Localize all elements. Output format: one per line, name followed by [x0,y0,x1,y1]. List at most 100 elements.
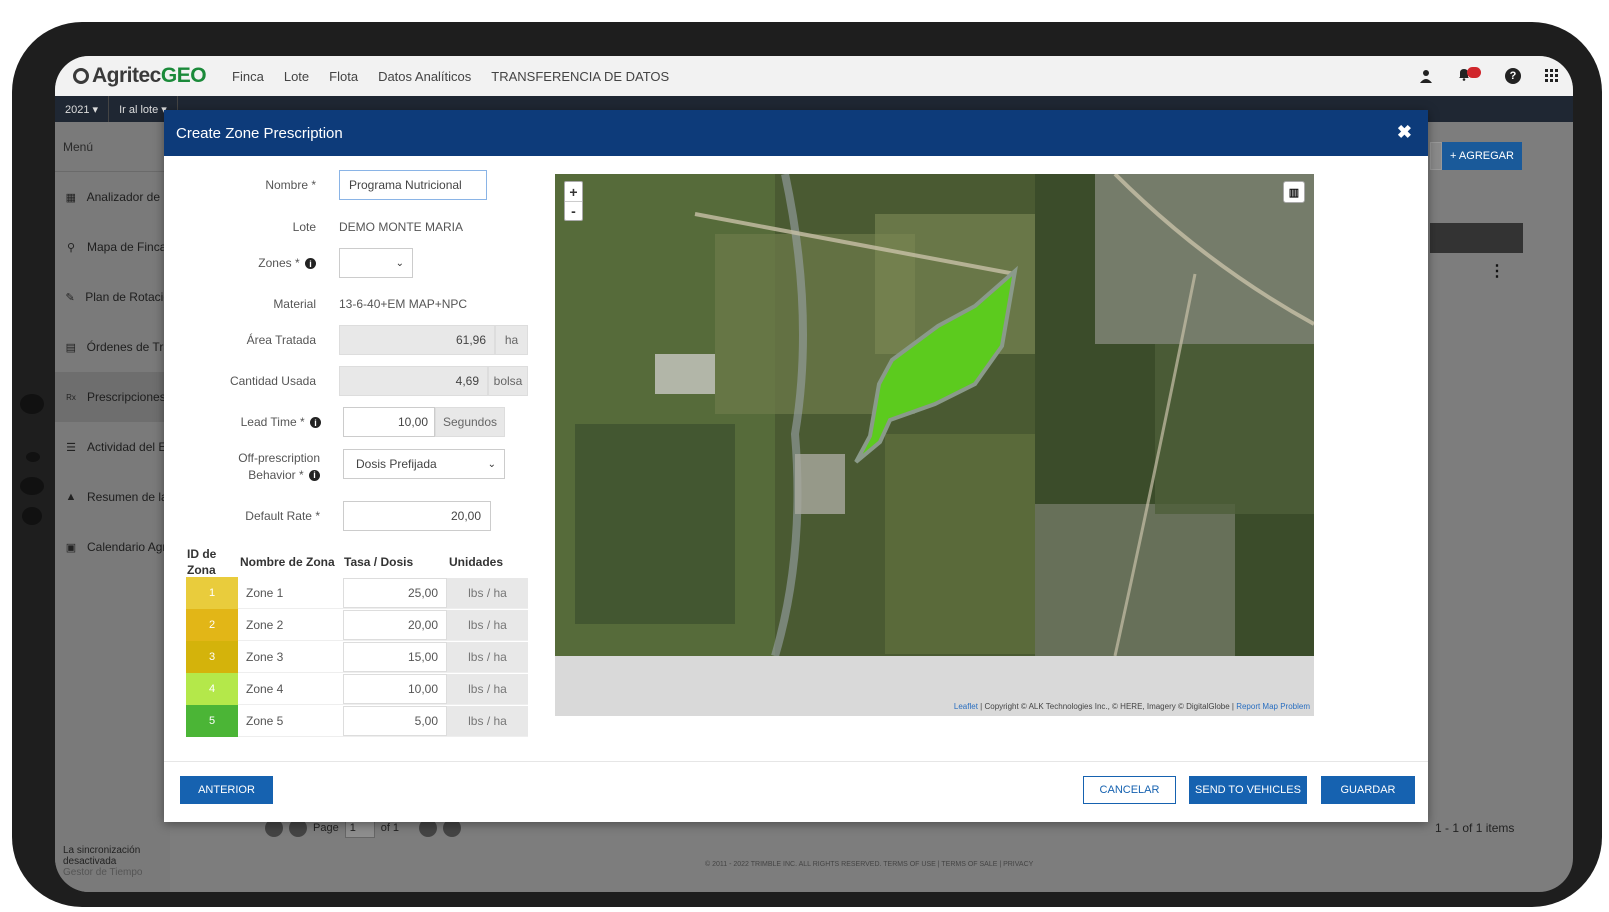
nav-lote[interactable]: Lote [284,69,309,84]
clipboard-icon: ▤ [65,341,76,354]
nav-datos-analiticos[interactable]: Datos Analíticos [378,69,471,84]
leaflet-link[interactable]: Leaflet [954,702,978,711]
lead-time-input[interactable]: 10,00 [343,407,435,437]
user-icon[interactable] [1419,69,1433,83]
map-layers-icon[interactable]: ▥ [1283,181,1305,203]
sidebar-item-actividad[interactable]: ☰ Actividad del E [55,422,170,472]
nav-finca[interactable]: Finca [232,69,264,84]
zone-id-header: ID de Zona [187,546,216,578]
search-box-behind [1430,142,1442,170]
nombre-label: Nombre * [265,178,316,192]
apps-grid-icon[interactable] [1545,69,1559,83]
close-icon[interactable]: ✖ [1397,122,1412,143]
nombre-input[interactable]: Programa Nutricional [339,170,487,200]
help-icon[interactable]: ? [1505,68,1521,84]
zone-unit-cell: lbs / ha [447,610,528,640]
zone-rate-input[interactable]: 10,00 [343,674,447,704]
footer-copyright: © 2011 - 2022 TRIMBLE INC. ALL RIGHTS RE… [705,861,1034,868]
zone-rate-input[interactable]: 5,00 [343,706,447,736]
cantidad-unit: bolsa [488,366,528,396]
send-to-vehicles-button[interactable]: SEND TO VEHICLES [1189,776,1307,804]
info-icon[interactable]: i [305,258,316,270]
zone-unit-cell: lbs / ha [447,578,528,608]
row-zones: Zones * i ⌄ [164,248,544,278]
zone-id-header-line1: ID de [187,547,217,561]
default-rate-input[interactable]: 20,00 [343,501,491,531]
sidebar-item-prescripciones[interactable]: Rx Prescripciones [55,372,170,422]
items-count: 1 - 1 of 1 items [1435,821,1515,835]
table-header-behind [1430,223,1523,253]
sidebar-item-analizador[interactable]: ▦ Analizador de L [55,172,170,222]
area-label: Área Tratada [246,333,316,347]
sidebar-item-resumen[interactable]: ▲ Resumen de la [55,472,170,522]
zone-name-cell: Zone 5 [246,714,284,728]
row-menu-icon[interactable]: ⋮ [1489,261,1505,281]
main-nav: Finca Lote Flota Datos Analíticos TRANSF… [232,69,669,84]
year-dropdown[interactable]: 2021 ▾ [55,96,110,122]
zone-rate-header: Tasa / Dosis [344,555,414,569]
zone-id-header-line2: Zona [187,563,216,577]
lead-time-label-text: Lead Time * [240,415,305,429]
nav-flota[interactable]: Flota [329,69,358,84]
sidebar-item-mapa[interactable]: ⚲ Mapa de Finca [55,222,170,272]
report-map-problem-link[interactable]: Report Map Problem [1236,702,1310,711]
zone-name-cell: Zone 2 [246,618,284,632]
off-prescription-select[interactable]: Dosis Prefijada ⌄ [343,449,505,479]
modal-header: Create Zone Prescription ✖ [164,110,1428,156]
page-label: Page [313,822,339,834]
sidebar-item-label: Actividad del E [87,440,167,454]
table-row: 1 Zone 1 25,00 lbs / ha [186,577,528,609]
logo-suffix: GEO [160,64,207,87]
app-screen: Agritec GEO Finca Lote Flota Datos Analít… [55,56,1573,892]
notifications-bell-icon[interactable] [1457,67,1481,85]
zone-unit-cell: lbs / ha [447,642,528,672]
map-icon: ⚲ [66,241,76,254]
top-navbar: Agritec GEO Finca Lote Flota Datos Analít… [55,56,1573,96]
table-row: 3 Zone 3 15,00 lbs / ha [186,641,528,673]
row-lead-time: Lead Time * i 10,00 Segundos [164,407,544,437]
logo-leaf-icon [73,68,89,84]
satellite-map[interactable]: + - ▥ [555,174,1314,656]
tablet-sensor [26,452,40,462]
previous-button[interactable]: ANTERIOR [180,776,273,804]
calendar-icon: ▣ [65,541,77,554]
app-logo[interactable]: Agritec GEO [73,64,207,88]
tablet-camera [20,394,44,414]
off-prescription-value: Dosis Prefijada [356,457,437,471]
modal-footer: ANTERIOR CANCELAR SEND TO VEHICLES GUARD… [164,761,1428,822]
edit-icon: ✎ [65,291,75,304]
sidebar-item-ordenes[interactable]: ▤ Órdenes de Tra [55,322,170,372]
zone-id-cell: 2 [186,609,238,641]
sidebar-item-plan-rotacion[interactable]: ✎ Plan de Rotació [55,272,170,322]
sidebar-item-calendario[interactable]: ▣ Calendario Agri [55,522,170,572]
info-icon[interactable]: i [310,417,321,429]
zone-rate-input[interactable]: 20,00 [343,610,447,640]
zone-rate-input[interactable]: 25,00 [343,578,447,608]
add-button[interactable]: + AGREGAR [1442,142,1522,170]
zone-rate-input[interactable]: 15,00 [343,642,447,672]
row-nombre: Nombre * Programa Nutricional [164,170,544,200]
lote-value: DEMO MONTE MARIA [339,220,464,234]
zone-id-cell: 4 [186,673,238,705]
top-icons: ? [1419,56,1559,96]
lote-label: Lote [292,220,316,234]
zoom-out-button[interactable]: - [565,201,582,220]
nav-transferencia[interactable]: TRANSFERENCIA DE DATOS [491,69,669,84]
sync-status: La sincronización desactivada Gestor de … [63,845,170,878]
zone-id-cell: 3 [186,641,238,673]
save-button[interactable]: GUARDAR [1321,776,1415,804]
cancel-button[interactable]: CANCELAR [1083,776,1176,804]
zones-label: Zones * i [258,256,316,270]
zoom-in-button[interactable]: + [565,182,582,201]
logo-prefix: Agritec [92,64,161,87]
table-row: 2 Zone 2 20,00 lbs / ha [186,609,528,641]
summary-icon: ▲ [65,491,77,503]
zones-select[interactable]: ⌄ [339,248,413,278]
info-icon[interactable]: i [309,470,320,482]
rx-icon: Rx [66,392,76,402]
list-icon: ☰ [66,441,76,454]
lead-time-label: Lead Time * i [241,415,321,429]
sidebar-item-label: Plan de Rotació [85,290,170,304]
tablet-button [20,477,44,495]
zones-label-text: Zones * [258,256,300,270]
